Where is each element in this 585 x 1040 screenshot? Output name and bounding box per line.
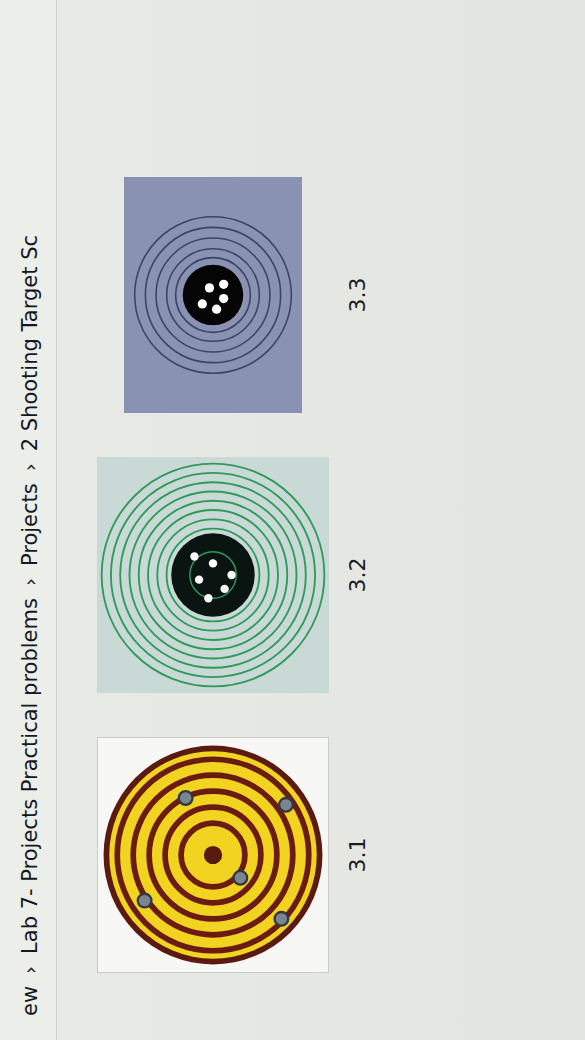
breadcrumb-item[interactable]: 2 Shooting Target Sc bbox=[18, 235, 42, 451]
explorer-window: ew› Lab 7- Projects Practical problems› … bbox=[0, 0, 585, 1040]
breadcrumb-item[interactable]: Lab 7- Projects Practical problems bbox=[18, 598, 42, 954]
thumbnail-label[interactable]: 3.2 bbox=[343, 552, 372, 599]
breadcrumb-separator[interactable]: › bbox=[18, 463, 42, 471]
thumbnail-label[interactable]: 3.1 bbox=[343, 832, 372, 879]
breadcrumb-item[interactable]: Projects bbox=[18, 483, 42, 566]
thumbnail-image bbox=[97, 737, 329, 973]
target-icon bbox=[99, 741, 327, 969]
address-bar[interactable]: ew› Lab 7- Projects Practical problems› … bbox=[0, 0, 57, 1040]
target-icon bbox=[97, 457, 329, 693]
screen: ew› Lab 7- Projects Practical problems› … bbox=[0, 0, 585, 1040]
breadcrumb-item[interactable]: ew bbox=[18, 986, 42, 1016]
breadcrumb-separator[interactable]: › bbox=[18, 966, 42, 974]
file-thumbnail[interactable]: 3.3 bbox=[97, 175, 372, 415]
thumbnail-image bbox=[97, 457, 329, 693]
target-icon bbox=[124, 177, 302, 413]
thumbnail-label[interactable]: 3.3 bbox=[343, 272, 372, 319]
file-thumbnail[interactable]: 3.1 bbox=[97, 735, 372, 975]
file-thumbnail[interactable]: 3.2 bbox=[97, 455, 372, 695]
thumbnail-image bbox=[124, 177, 302, 413]
file-grid: 3.1 3.2 3.3 bbox=[57, 0, 372, 1040]
breadcrumb-separator[interactable]: › bbox=[18, 578, 42, 586]
